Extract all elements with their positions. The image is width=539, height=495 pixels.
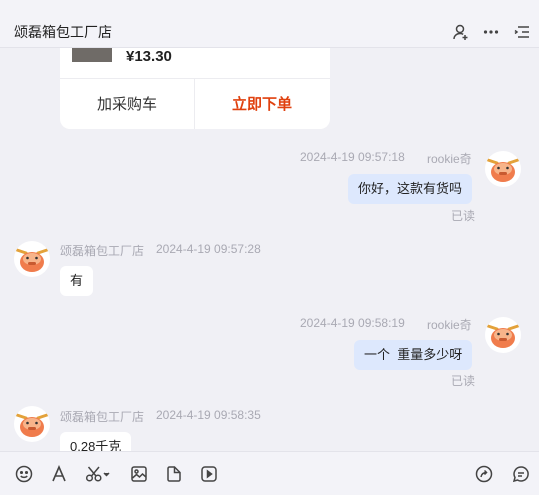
read-status: 已读 [451, 374, 476, 388]
product-thumbnail[interactable] [72, 48, 112, 62]
emoji-icon[interactable] [14, 464, 34, 484]
add-to-cart-button[interactable]: 加采购车 [60, 78, 194, 129]
avatar[interactable] [485, 317, 521, 353]
product-card[interactable]: ¥13.30 加采购车 立即下单 [60, 48, 330, 129]
share-icon[interactable] [474, 464, 494, 484]
message-bubble[interactable]: 一个 重量多少呀 [354, 340, 473, 370]
sender-name: 颂磊箱包工厂店 [60, 410, 145, 424]
more-icon[interactable] [481, 22, 501, 42]
image-icon[interactable] [129, 464, 149, 484]
message-time: 2024-4-19 09:57:18 [300, 150, 405, 164]
avatar[interactable] [14, 241, 50, 277]
read-status: 已读 [451, 209, 476, 223]
video-icon[interactable] [199, 464, 219, 484]
file-icon[interactable] [164, 464, 184, 484]
message-time: 2024-4-19 09:57:28 [156, 242, 261, 256]
sender-name: 颂磊箱包工厂店 [60, 244, 145, 258]
scissors-icon[interactable] [84, 464, 112, 484]
shop-title: 颂磊箱包工厂店 [14, 24, 112, 40]
message-time: 2024-4-19 09:58:35 [156, 408, 261, 422]
message-bubble[interactable]: 0.28千克 [60, 432, 132, 451]
avatar[interactable] [14, 406, 50, 442]
buy-now-button[interactable]: 立即下单 [195, 78, 329, 129]
message-list[interactable]: ¥13.30 加采购车 立即下单 2024-4-19 09:57:18 rook… [0, 48, 539, 451]
quick-reply-icon[interactable] [511, 464, 531, 484]
chat-header: 颂磊箱包工厂店 [0, 0, 539, 48]
message-bubble[interactable]: 有 [60, 266, 94, 296]
product-price: ¥13.30 [126, 48, 172, 65]
font-icon[interactable] [49, 464, 69, 484]
input-toolbar [0, 451, 539, 495]
message-bubble[interactable]: 你好，这款有货吗 [348, 174, 473, 204]
sender-name: rookie奇 [427, 318, 472, 332]
message-time: 2024-4-19 09:58:19 [300, 316, 405, 330]
menu-icon[interactable] [512, 22, 532, 42]
add-user-icon[interactable] [451, 22, 471, 42]
sender-name: rookie奇 [427, 152, 472, 166]
avatar[interactable] [485, 151, 521, 187]
